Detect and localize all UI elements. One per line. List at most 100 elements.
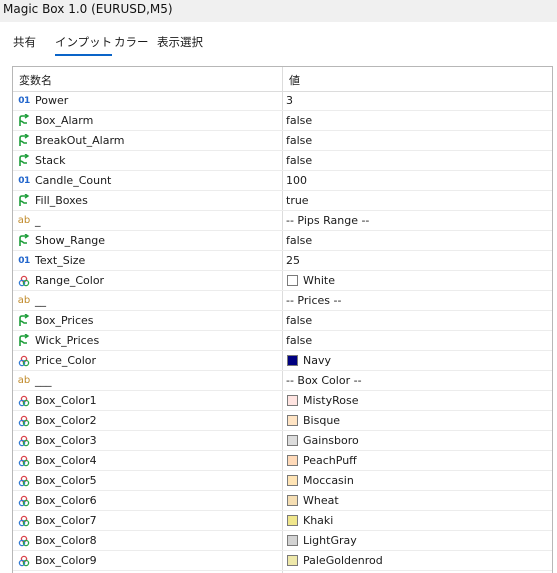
param-value[interactable]: false: [286, 134, 312, 147]
param-value[interactable]: -- Prices --: [286, 294, 341, 307]
column-header-value[interactable]: 値: [289, 72, 300, 88]
color-swatch[interactable]: [287, 475, 298, 486]
param-value[interactable]: false: [286, 314, 312, 327]
color-swatch[interactable]: [287, 395, 298, 406]
param-name: Power: [35, 94, 69, 107]
bool-type-icon: [17, 234, 31, 247]
tab-common[interactable]: 共有: [13, 34, 36, 50]
param-name: __: [35, 294, 46, 307]
table-row[interactable]: Range_Color White: [13, 271, 552, 291]
color-type-icon: [17, 274, 31, 287]
color-swatch[interactable]: [287, 495, 298, 506]
bool-type-icon: [17, 194, 31, 207]
param-name: BreakOut_Alarm: [35, 134, 125, 147]
param-value[interactable]: 25: [286, 254, 300, 267]
table-row[interactable]: Stack false: [13, 151, 552, 171]
table-row[interactable]: Price_Color Navy: [13, 351, 552, 371]
param-value[interactable]: false: [286, 334, 312, 347]
table-row[interactable]: Box_Prices false: [13, 311, 552, 331]
param-value[interactable]: false: [286, 154, 312, 167]
color-swatch[interactable]: [287, 555, 298, 566]
param-name: Box_Alarm: [35, 114, 94, 127]
color-swatch[interactable]: [287, 535, 298, 546]
param-value[interactable]: -- Pips Range --: [286, 214, 369, 227]
table-row[interactable]: ab __ -- Prices --: [13, 291, 552, 311]
param-name: ___: [35, 374, 52, 387]
param-value[interactable]: 100: [286, 174, 307, 187]
param-name: Box_Color5: [35, 474, 97, 487]
color-type-icon: [17, 474, 31, 487]
table-row[interactable]: Box_Alarm false: [13, 111, 552, 131]
param-value[interactable]: Wheat: [303, 494, 339, 507]
color-swatch[interactable]: [287, 415, 298, 426]
column-header-name[interactable]: 変数名: [19, 72, 52, 88]
bool-type-icon: [17, 314, 31, 327]
tab-colors[interactable]: カラー: [114, 34, 149, 50]
table-row[interactable]: Box_Color2 Bisque: [13, 411, 552, 431]
color-swatch[interactable]: [287, 355, 298, 366]
param-value[interactable]: LightGray: [303, 534, 357, 547]
param-value[interactable]: false: [286, 114, 312, 127]
color-type-icon: [17, 354, 31, 367]
table-row[interactable]: Box_Color6 Wheat: [13, 491, 552, 511]
color-type-icon: [17, 534, 31, 547]
table-row[interactable]: Show_Range false: [13, 231, 552, 251]
param-name: Box_Color8: [35, 534, 97, 547]
string-type-icon: ab: [17, 295, 31, 306]
table-row[interactable]: Wick_Prices false: [13, 331, 552, 351]
table-row[interactable]: ab ___ -- Box Color --: [13, 371, 552, 391]
tab-visualization[interactable]: 表示選択: [157, 34, 203, 50]
color-type-icon: [17, 554, 31, 567]
table-row[interactable]: 01 Candle_Count 100: [13, 171, 552, 191]
table-row[interactable]: Box_Color3 Gainsboro: [13, 431, 552, 451]
color-swatch[interactable]: [287, 435, 298, 446]
param-value[interactable]: White: [303, 274, 335, 287]
bool-type-icon: [17, 154, 31, 167]
param-name: Box_Color4: [35, 454, 97, 467]
string-type-icon: ab: [17, 375, 31, 386]
window-title: Magic Box 1.0 (EURUSD,M5): [3, 2, 173, 16]
table-row[interactable]: Fill_Boxes true: [13, 191, 552, 211]
bool-type-icon: [17, 334, 31, 347]
param-name: Text_Size: [35, 254, 86, 267]
param-name: _: [35, 214, 41, 227]
color-swatch[interactable]: [287, 455, 298, 466]
param-name: Box_Color3: [35, 434, 97, 447]
param-name: Box_Color7: [35, 514, 97, 527]
param-name: Candle_Count: [35, 174, 112, 187]
bool-type-icon: [17, 114, 31, 127]
color-swatch[interactable]: [287, 275, 298, 286]
param-value[interactable]: Navy: [303, 354, 331, 367]
param-value[interactable]: 3: [286, 94, 293, 107]
table-row[interactable]: Box_Color8 LightGray: [13, 531, 552, 551]
color-swatch[interactable]: [287, 515, 298, 526]
param-value[interactable]: true: [286, 194, 309, 207]
param-value[interactable]: false: [286, 234, 312, 247]
param-name: Box_Color9: [35, 554, 97, 567]
param-value[interactable]: PaleGoldenrod: [303, 554, 383, 567]
param-value[interactable]: MistyRose: [303, 394, 358, 407]
param-value[interactable]: Moccasin: [303, 474, 354, 487]
param-value[interactable]: -- Box Color --: [286, 374, 362, 387]
table-row[interactable]: Box_Color1 MistyRose: [13, 391, 552, 411]
int-type-icon: 01: [18, 95, 30, 106]
table-row[interactable]: Box_Color5 Moccasin: [13, 471, 552, 491]
table-row[interactable]: 01 Text_Size 25: [13, 251, 552, 271]
table-row[interactable]: ab _ -- Pips Range --: [13, 211, 552, 231]
param-value[interactable]: PeachPuff: [303, 454, 357, 467]
param-name: Stack: [35, 154, 66, 167]
param-value[interactable]: Gainsboro: [303, 434, 359, 447]
table-row[interactable]: Box_Color7 Khaki: [13, 511, 552, 531]
string-type-icon: ab: [17, 215, 31, 226]
table-row[interactable]: BreakOut_Alarm false: [13, 131, 552, 151]
tab-strip: 共有 インプット カラー 表示選択: [0, 30, 557, 56]
param-name: Box_Prices: [35, 314, 94, 327]
table-row[interactable]: Box_Color9 PaleGoldenrod: [13, 551, 552, 571]
table-row[interactable]: Box_Color4 PeachPuff: [13, 451, 552, 471]
param-value[interactable]: Khaki: [303, 514, 333, 527]
tab-inputs[interactable]: インプット: [55, 34, 113, 56]
param-value[interactable]: Bisque: [303, 414, 340, 427]
table-row[interactable]: 01 Power 3: [13, 91, 552, 111]
param-name: Fill_Boxes: [35, 194, 88, 207]
inputs-grid: 変数名 値 01 Power 3 Box_Alarm false BreakOut_Ala…: [12, 66, 553, 573]
